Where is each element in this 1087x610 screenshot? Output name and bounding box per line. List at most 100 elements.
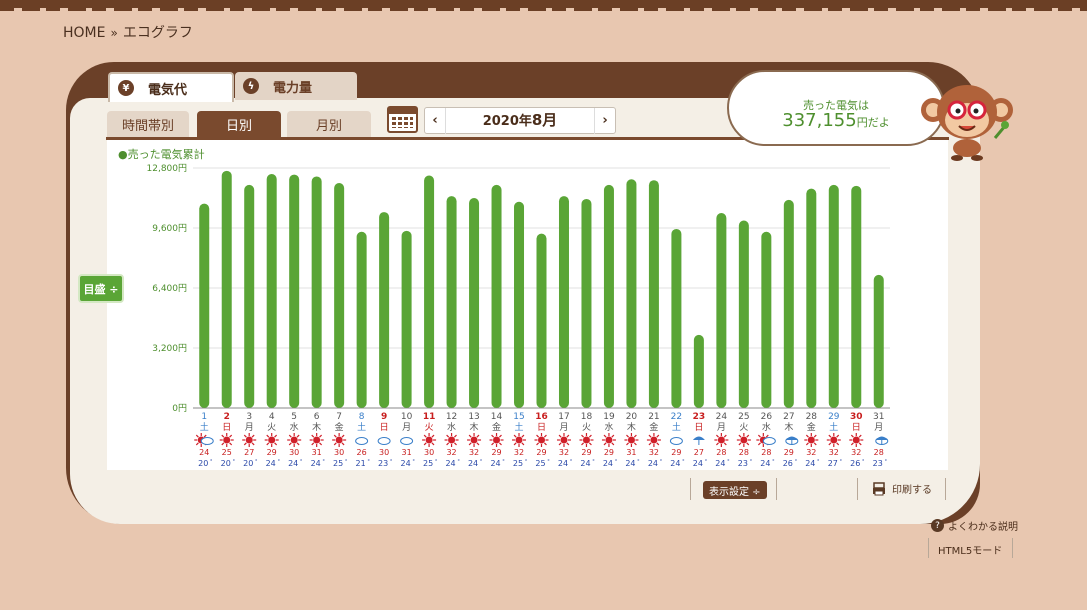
x-tick-day: 7 <box>336 412 342 422</box>
scale-button[interactable]: 目盛 ÷ <box>78 274 124 303</box>
bar <box>446 196 457 408</box>
bar <box>244 184 255 408</box>
x-tick-weekday: 金 <box>807 421 816 433</box>
umbrella-icon <box>785 436 798 440</box>
sun-ray <box>757 434 761 438</box>
cloud-icon <box>200 437 214 445</box>
sun-ray <box>723 442 727 446</box>
low-temp: 25 <box>535 459 545 468</box>
low-temp: 24 <box>625 459 635 468</box>
low-temp: 24 <box>760 459 770 468</box>
degree-mark: ° <box>682 459 685 465</box>
bar <box>401 230 412 408</box>
degree-mark: ° <box>862 459 865 465</box>
x-tick-day: 1 <box>201 412 207 422</box>
sun-ray <box>626 434 630 438</box>
x-tick-weekday: 日 <box>537 422 546 433</box>
x-tick-day: 20 <box>626 412 638 422</box>
sun-icon <box>582 436 590 444</box>
sun-ray <box>221 434 225 438</box>
sun-ray <box>633 434 637 438</box>
sun-ray <box>828 434 832 438</box>
x-tick-weekday: 月 <box>245 422 254 433</box>
high-temp: 26 <box>357 448 367 457</box>
sun-icon <box>268 436 276 444</box>
low-temp: 27 <box>828 459 838 468</box>
high-temp: 31 <box>626 448 636 457</box>
sun-ray <box>581 434 585 438</box>
sun-ray <box>423 442 427 446</box>
high-temp: 32 <box>469 448 479 457</box>
bar <box>469 198 480 408</box>
degree-mark: ° <box>637 459 640 465</box>
high-temp: 28 <box>739 448 749 457</box>
sun-icon <box>470 436 478 444</box>
sun-icon <box>560 436 568 444</box>
sun-ray <box>266 442 270 446</box>
degree-mark: ° <box>840 459 843 465</box>
bar <box>311 176 322 408</box>
sun-icon <box>245 436 253 444</box>
low-temp: 24 <box>648 459 658 468</box>
sun-ray <box>498 442 502 446</box>
sun-ray <box>738 442 742 446</box>
high-temp: 29 <box>491 448 501 457</box>
sun-ray <box>858 442 862 446</box>
help-link[interactable]: ? よくわかる説明 <box>931 518 1018 533</box>
high-temp: 32 <box>851 448 861 457</box>
display-settings-button[interactable]: 表示設定 ÷ <box>703 481 767 499</box>
html5-mode-link[interactable]: HTML5モード <box>938 542 1002 557</box>
bar <box>379 212 390 408</box>
high-temp: 29 <box>671 448 681 457</box>
sun-ray <box>311 434 315 438</box>
sun-ray <box>333 434 337 438</box>
low-temp: 24 <box>558 459 568 468</box>
sun-ray <box>446 434 450 438</box>
sun-ray <box>341 442 345 446</box>
high-temp: 32 <box>649 448 659 457</box>
low-temp: 25 <box>513 459 523 468</box>
sun-ray <box>296 442 300 446</box>
sun-ray <box>611 442 615 446</box>
x-tick-weekday: 木 <box>312 421 321 433</box>
sun-ray <box>648 434 652 438</box>
x-tick-weekday: 土 <box>515 421 524 433</box>
sun-ray <box>288 434 292 438</box>
degree-mark: ° <box>277 459 280 465</box>
sun-ray <box>521 442 525 446</box>
y-tick-label: 0円 <box>172 403 187 414</box>
x-tick-day: 29 <box>828 412 840 422</box>
bar <box>424 175 435 408</box>
x-tick-weekday: 水 <box>604 421 613 433</box>
x-tick-day: 14 <box>491 412 503 422</box>
sun-ray <box>319 434 323 438</box>
sun-ray <box>723 434 727 438</box>
x-tick-weekday: 水 <box>762 421 771 433</box>
x-tick-weekday: 金 <box>492 421 501 433</box>
degree-mark: ° <box>255 459 258 465</box>
degree-mark: ° <box>367 459 370 465</box>
sun-ray <box>431 434 435 438</box>
sun-ray <box>296 434 300 438</box>
low-temp: 24 <box>445 459 455 468</box>
x-tick-weekday: 土 <box>672 421 681 433</box>
low-temp: 24 <box>603 459 613 468</box>
high-temp: 29 <box>581 448 591 457</box>
sun-ray <box>341 434 345 438</box>
bubble-suffix: 円だよ <box>856 116 890 129</box>
degree-mark: ° <box>570 459 573 465</box>
print-button[interactable]: 印刷する <box>872 481 932 496</box>
high-temp: 31 <box>312 448 322 457</box>
degree-mark: ° <box>772 459 775 465</box>
sun-ray <box>203 434 207 438</box>
bar <box>356 231 367 408</box>
high-temp: 28 <box>874 448 884 457</box>
bar <box>783 199 794 408</box>
sun-icon <box>807 436 815 444</box>
degree-mark: ° <box>457 459 460 465</box>
bar <box>671 228 682 408</box>
high-temp: 29 <box>784 448 794 457</box>
sun-icon <box>717 436 725 444</box>
print-label: 印刷する <box>892 485 932 496</box>
low-temp: 23 <box>738 459 748 468</box>
